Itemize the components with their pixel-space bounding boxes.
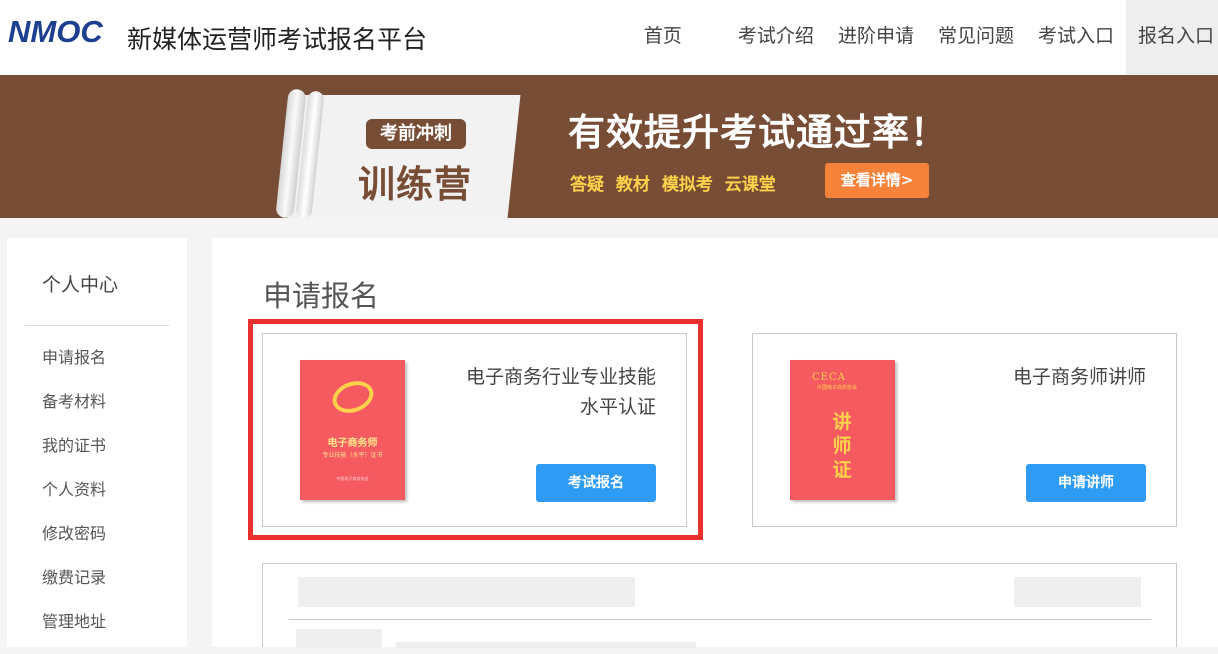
sidebar-item-address[interactable]: 管理地址 [42, 610, 106, 654]
cert-issuer: 中国电子商务协会 [817, 385, 858, 391]
main-nav: 首页 考试介绍 进阶申请 常见问题 考试入口 报名入口 [644, 0, 1218, 75]
cert-card-lecturer: CECA 中国电子商务协会 讲师证 电子商务师讲师 申请讲师 [752, 333, 1177, 527]
loading-panel [262, 563, 1177, 648]
card-title-line: 电子商务师讲师 [1012, 366, 1146, 388]
banner-features: 答疑 教材 模拟考 云课堂 [570, 175, 776, 195]
sidebar-item-password[interactable]: 修改密码 [42, 522, 106, 566]
exam-register-button[interactable]: 考试报名 [536, 464, 656, 502]
skeleton-bar [296, 629, 382, 648]
certificate-image: 电子商务师 专业技能（水平）证书 中国电子商务协会 [300, 360, 405, 500]
promo-banner[interactable]: 考前冲刺 训练营 有效提升考试通过率！ 答疑 教材 模拟考 云课堂 查看详情> [0, 75, 1218, 218]
emblem-icon [328, 375, 378, 419]
sidebar-item-apply[interactable]: 申请报名 [42, 346, 106, 390]
banner-headline: 有效提升考试通过率！ [568, 111, 948, 154]
skeleton-bar [298, 577, 635, 607]
card-title: 电子商务师讲师 [926, 362, 1146, 392]
sidebar-item-payments[interactable]: 缴费记录 [42, 566, 106, 610]
nav-register-entry[interactable]: 报名入口 [1125, 0, 1218, 75]
nav-exam-entry[interactable]: 考试入口 [1026, 0, 1126, 75]
view-details-button[interactable]: 查看详情> [825, 163, 929, 198]
sidebar-menu: 申请报名 备考材料 我的证书 个人资料 修改密码 缴费记录 管理地址 [42, 346, 106, 654]
skeleton-bar [396, 642, 696, 648]
sidebar: 个人中心 申请报名 备考材料 我的证书 个人资料 修改密码 缴费记录 管理地址 [7, 238, 187, 647]
card-title: 电子商务行业专业技能 水平认证 [436, 362, 656, 422]
main-content: 申请报名 电子商务师 专业技能（水平）证书 中国电子商务协会 电子商务行业专业技… [212, 238, 1218, 648]
sidebar-divider [25, 325, 169, 326]
apply-lecturer-button[interactable]: 申请讲师 [1026, 464, 1146, 502]
scroll-graphic: 考前冲刺 训练营 [275, 88, 521, 218]
panel-divider [289, 619, 1151, 620]
banner-camp-text: 训练营 [358, 163, 472, 206]
card-title-line: 水平认证 [579, 396, 656, 418]
sidebar-item-materials[interactable]: 备考材料 [42, 390, 106, 434]
sidebar-item-certificates[interactable]: 我的证书 [42, 434, 106, 478]
cert-subtitle: 专业技能（水平）证书 [322, 452, 383, 459]
cert-issuer: 中国电子商务协会 [336, 476, 369, 481]
banner-tag: 考前冲刺 [366, 119, 466, 149]
site-title: 新媒体运营师考试报名平台 [127, 25, 428, 54]
top-header: NMOC 新媒体运营师考试报名平台 首页 考试介绍 进阶申请 常见问题 考试入口… [0, 0, 1218, 75]
nav-exam-intro[interactable]: 考试介绍 [726, 0, 826, 75]
cert-card-ecommerce: 电子商务师 专业技能（水平）证书 中国电子商务协会 电子商务行业专业技能 水平认… [262, 333, 687, 527]
skeleton-bar [1014, 577, 1141, 607]
site-logo[interactable]: NMOC [8, 14, 103, 50]
sidebar-title: 个人中心 [42, 274, 119, 296]
ceca-logo: CECA [812, 372, 846, 383]
page-title: 申请报名 [263, 279, 380, 313]
card-title-line: 电子商务行业专业技能 [465, 366, 656, 388]
sidebar-item-profile[interactable]: 个人资料 [42, 478, 106, 522]
cert-title: 电子商务师 [327, 438, 378, 449]
certificate-image: CECA 中国电子商务协会 讲师证 [790, 360, 895, 500]
cert-vertical-title: 讲师证 [832, 411, 852, 481]
nav-faq[interactable]: 常见问题 [926, 0, 1026, 75]
nav-advanced-apply[interactable]: 进阶申请 [826, 0, 926, 75]
nav-home[interactable]: 首页 [644, 0, 726, 75]
